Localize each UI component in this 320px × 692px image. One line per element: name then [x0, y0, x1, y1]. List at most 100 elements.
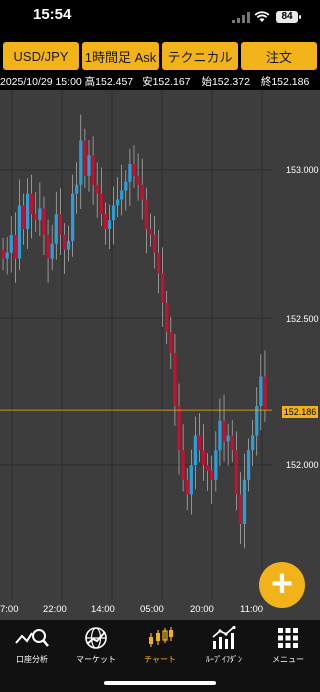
tab-label: 口座分析: [16, 655, 48, 664]
tab-label: チャート: [144, 655, 176, 664]
home-indicator: [104, 681, 216, 685]
loop-ifd-icon: [212, 626, 236, 649]
ohlc-high-label: 高: [84, 76, 96, 88]
candle-body: [177, 406, 181, 451]
candle-body: [181, 450, 185, 480]
x-tick-1: 22:00: [43, 604, 67, 615]
candle-body: [107, 220, 112, 229]
cellular-signal-icon: [232, 12, 250, 23]
candle-body: [230, 435, 234, 451]
candle-body: [17, 205, 22, 259]
candle-body: [193, 435, 198, 465]
battery-indicator: 84: [276, 11, 301, 23]
ohlc-open: 152.372: [211, 76, 250, 88]
tab-market[interactable]: マーケット: [64, 626, 128, 666]
current-price-tag: 152.186: [282, 406, 318, 418]
x-tick-3: 05:00: [140, 604, 164, 615]
tab-account-analysis[interactable]: 口座分析: [0, 626, 64, 666]
candle-body: [210, 470, 214, 480]
candle-body: [87, 155, 91, 176]
x-tick-0: 7:00: [0, 604, 19, 615]
candle-body: [83, 140, 87, 176]
candle-body: [246, 450, 251, 480]
candle-body: [21, 205, 26, 229]
technical-button[interactable]: テクニカル: [162, 42, 238, 70]
candle-body: [70, 193, 75, 241]
candle-body: [259, 376, 263, 406]
candle-body: [185, 479, 189, 495]
candle-body: [120, 190, 124, 200]
chart-plot-area[interactable]: [0, 90, 272, 600]
ohlc-high: 152.457: [95, 76, 134, 88]
candle-body: [201, 450, 206, 465]
candle-body: [58, 214, 62, 235]
candle-body: [189, 465, 193, 495]
order-button[interactable]: 注文: [241, 42, 317, 70]
candle-body: [25, 193, 30, 229]
candle-body: [156, 252, 161, 274]
ohlc-close: 152.186: [271, 76, 310, 88]
candle-body: [95, 184, 99, 194]
candle-body: [54, 214, 58, 244]
candle-body: [91, 155, 95, 185]
candle-body: [38, 208, 42, 221]
y-tick-153000: 153.000: [286, 165, 319, 175]
candle-body: [132, 164, 136, 176]
tab-label: メニュー: [272, 655, 304, 664]
candle-body: [218, 420, 222, 451]
candle-body: [263, 376, 267, 411]
menu-grid-icon: [278, 628, 298, 648]
candle-body: [115, 199, 120, 206]
tab-chart[interactable]: チャート: [128, 626, 192, 666]
candle-body: [42, 208, 46, 235]
candle-body: [242, 479, 247, 524]
ohlc-low-label: 安: [142, 76, 153, 88]
candle-body: [136, 175, 140, 185]
candle-body: [75, 184, 79, 194]
candle-body: [62, 234, 67, 250]
candle-body: [214, 450, 218, 480]
candle-body: [1, 249, 5, 259]
candle-body: [124, 181, 128, 191]
timeframe-button[interactable]: 1時間足 Ask: [82, 42, 159, 70]
candle-body: [148, 229, 153, 235]
chart-candle-icon: [149, 627, 173, 647]
candle-body: [34, 214, 38, 221]
candle-body: [197, 435, 202, 451]
candle-body: [99, 193, 103, 215]
ohlc-info-bar: 2025/10/29 15:00 高152.457 安152.167 始152.…: [0, 74, 320, 90]
candle-body: [206, 465, 210, 471]
candlestick-chart[interactable]: 153.000 152.500 152.000 152.186 7:00 22:…: [0, 90, 320, 620]
candle-body: [79, 140, 83, 185]
currency-pair-button[interactable]: USD/JPY: [3, 42, 79, 70]
y-tick-152500: 152.500: [286, 314, 319, 324]
candle-body: [144, 199, 148, 229]
chart-toolbar: USD/JPY 1時間足 Ask テクニカル 注文: [0, 42, 320, 72]
price-axis: 153.000 152.500 152.000: [272, 90, 320, 600]
x-tick-5: 11:00: [240, 604, 264, 615]
candle-body: [251, 435, 255, 451]
tab-loop-ifdone[interactable]: ﾙｰﾌﾟｲﾌﾀﾞﾝ: [192, 626, 256, 666]
status-time: 15:54: [33, 6, 72, 23]
x-tick-2: 14:00: [91, 604, 115, 615]
tab-label: マーケット: [76, 655, 116, 664]
account-analysis-icon: [15, 629, 49, 647]
candle-body: [128, 164, 132, 182]
candle-body: [50, 243, 54, 259]
candle-body: [66, 240, 71, 250]
add-order-button[interactable]: +: [259, 562, 305, 608]
ohlc-open-label: 始: [201, 76, 212, 88]
candle-body: [165, 302, 169, 333]
candle-body: [30, 193, 34, 215]
candle-body: [161, 273, 165, 303]
ohlc-low: 152.167: [152, 76, 191, 88]
candle-body: [152, 234, 157, 253]
candle-body: [226, 435, 230, 442]
candle-body: [111, 205, 116, 221]
tab-label: ﾙｰﾌﾟｲﾌﾀﾞﾝ: [206, 655, 242, 664]
ohlc-datetime: 2025/10/29 15:00: [0, 76, 82, 88]
wifi-icon: [254, 11, 270, 22]
tab-menu[interactable]: メニュー: [256, 626, 320, 666]
candle-body: [169, 332, 173, 353]
candle-body: [173, 352, 177, 406]
